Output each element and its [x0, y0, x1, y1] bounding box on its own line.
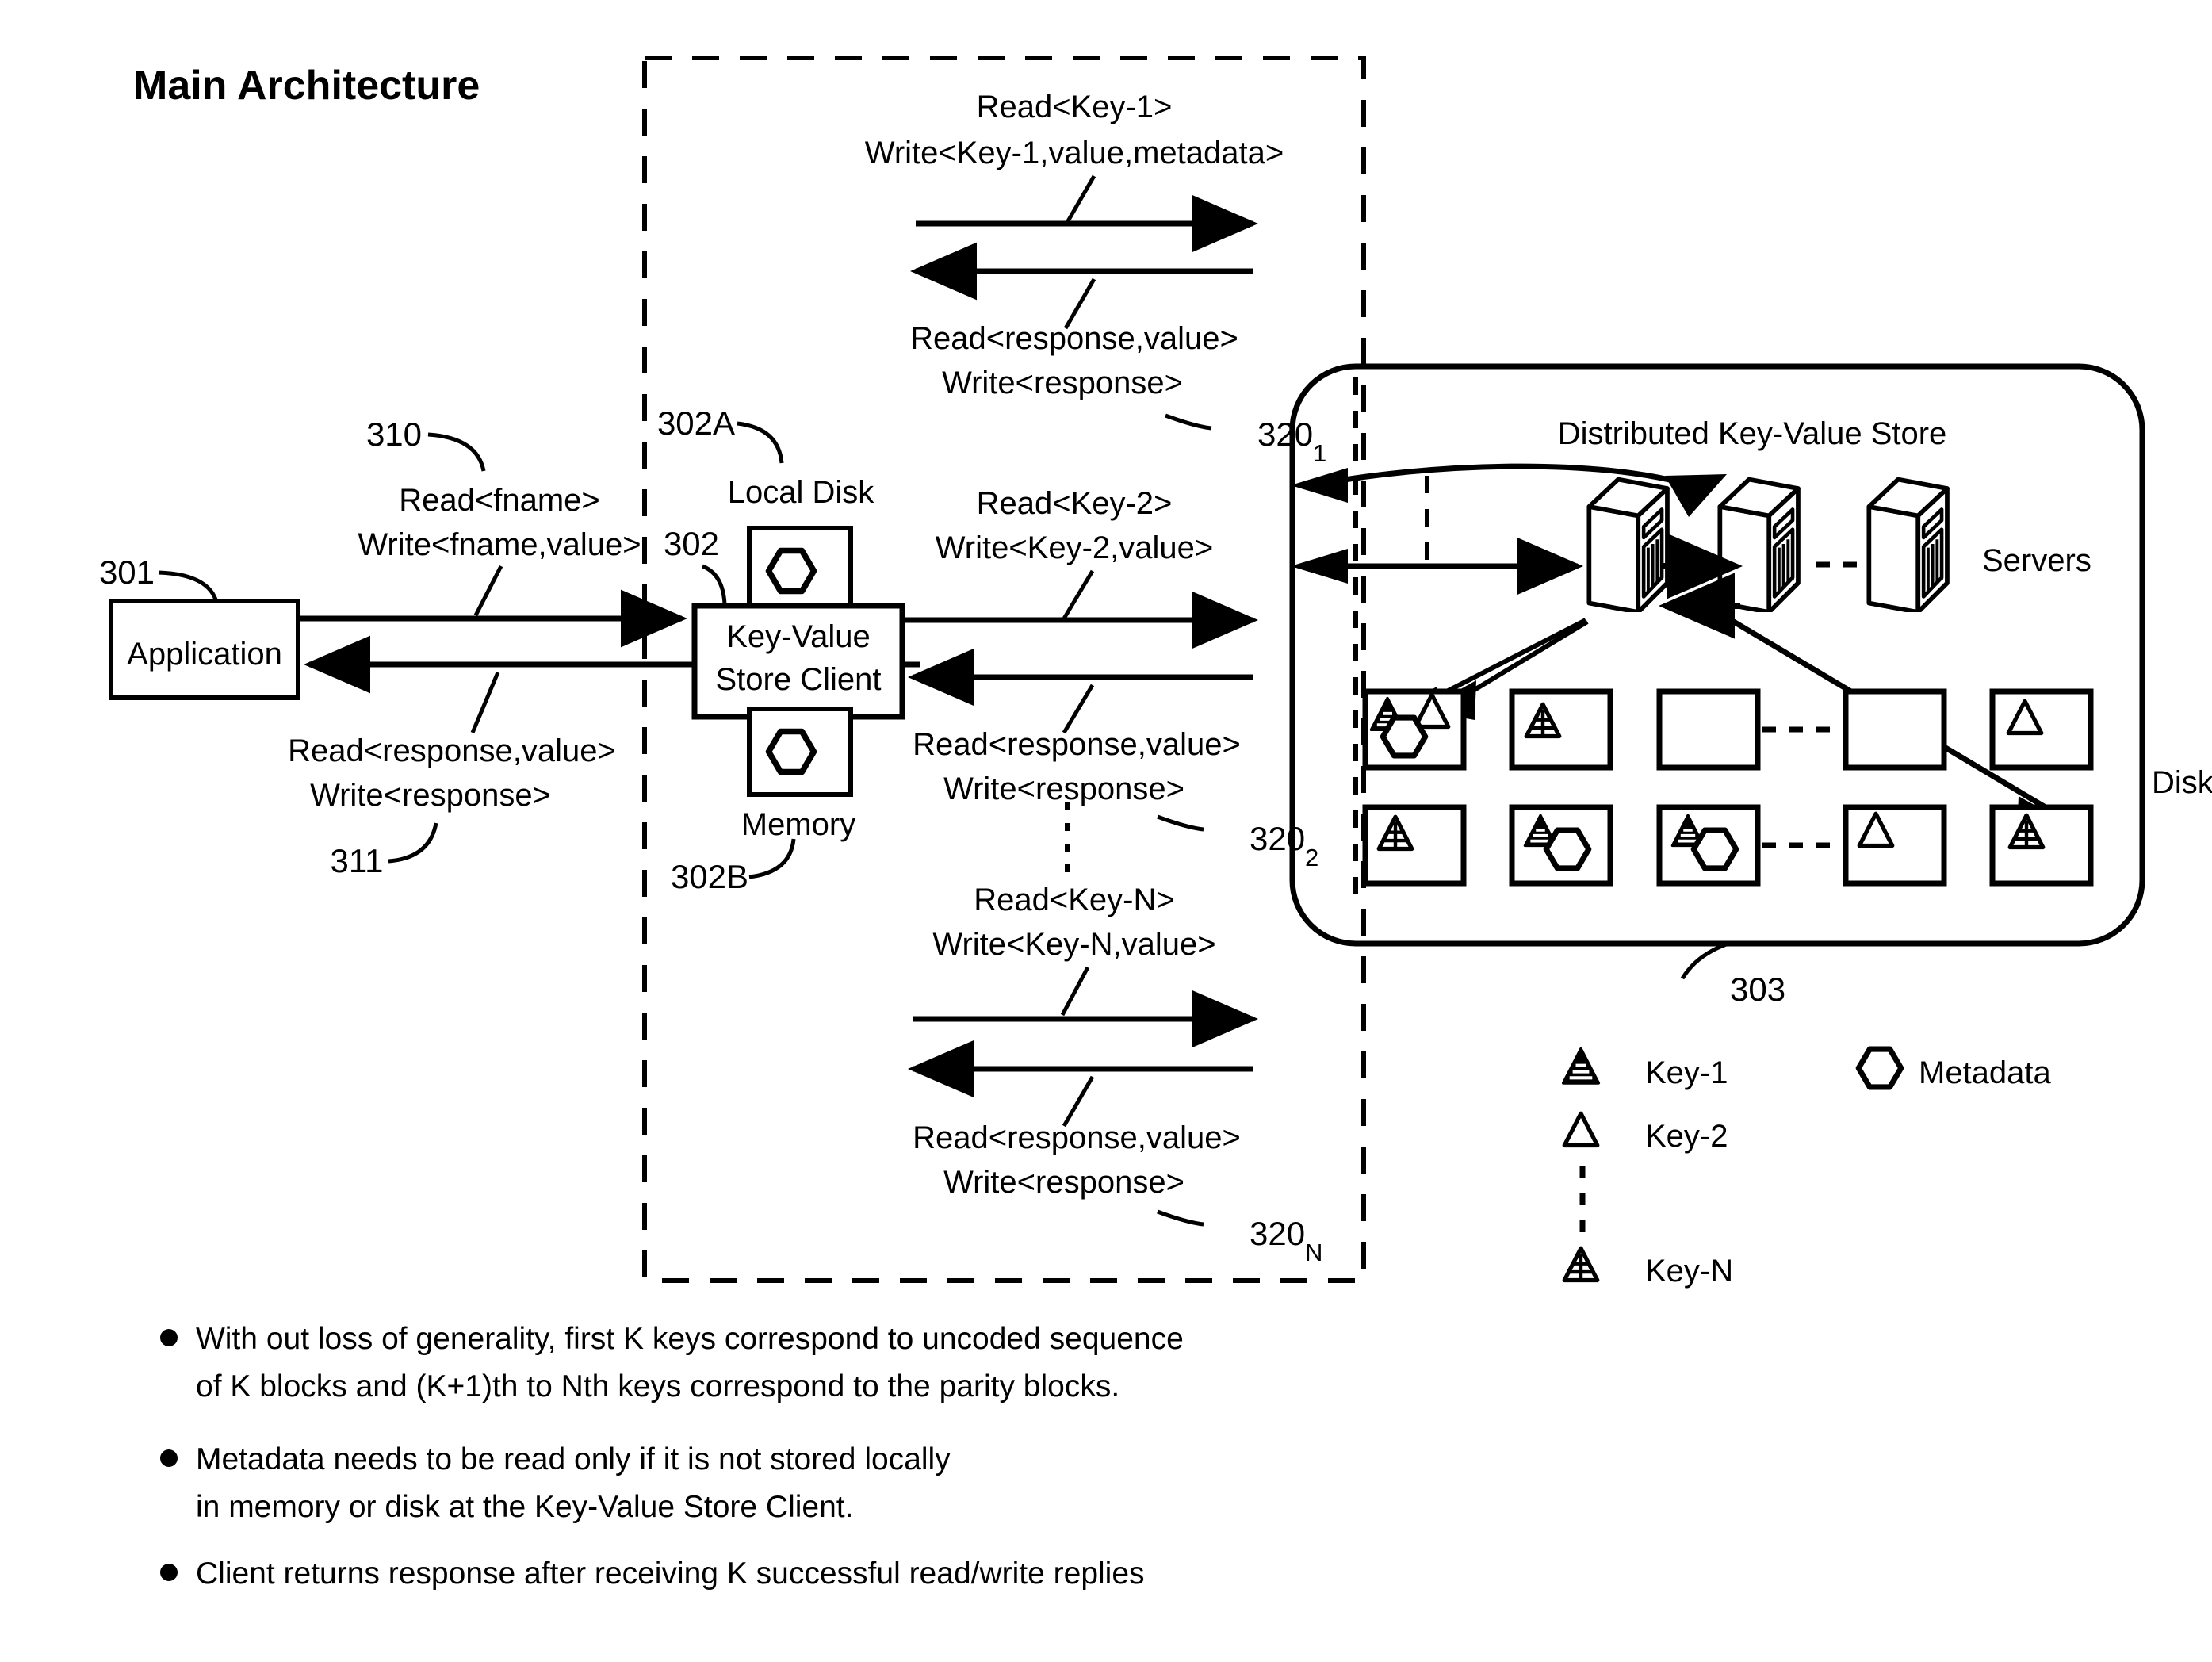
- application-label: Application: [127, 637, 282, 672]
- server-icon[interactable]: [1589, 480, 1667, 612]
- flow-key1-request-line1: Read<Key-1>: [977, 90, 1173, 124]
- ref-302A: 302A: [657, 404, 735, 442]
- note-1-line-2: of K blocks and (K+1)th to Nth keys corr…: [196, 1369, 1119, 1404]
- bullet-marker: [160, 1329, 178, 1346]
- flow-key2-request-line1: Read<Key-2>: [977, 486, 1173, 521]
- triangle-striped-icon: [1563, 1049, 1598, 1083]
- ref-301: 301: [99, 553, 155, 591]
- flow-app-response-line1: Read<response,value>: [288, 733, 616, 768]
- architecture-diagram: Main Architecture Application 301 Read<f…: [99, 56, 2212, 1591]
- leader-key2-request: [1062, 569, 1095, 620]
- ref-303: 303: [1730, 971, 1785, 1008]
- flow-app-request-line2: Write<fname,value>: [358, 527, 641, 562]
- leader-302: [701, 564, 727, 605]
- legend-label-metadata: Metadata: [1919, 1055, 2052, 1090]
- ref-320-N-base: 320: [1250, 1215, 1305, 1252]
- server-icon[interactable]: [1869, 480, 1947, 612]
- leader-310-tick: [473, 565, 503, 617]
- note-2-line-2: in memory or disk at the Key-Value Store…: [196, 1490, 853, 1524]
- hexagon-outline-icon: [1858, 1049, 1901, 1087]
- disk-box[interactable]: [1509, 688, 1613, 771]
- hexagon-outline-icon: [769, 551, 814, 592]
- ref-320-1-base: 320: [1257, 416, 1313, 453]
- leader-302B: [748, 838, 796, 879]
- leader-301: [158, 570, 218, 601]
- distributed-store-label: Distributed Key-Value Store: [1558, 416, 1947, 451]
- legend-label-key2: Key-2: [1645, 1119, 1728, 1154]
- leader-311-tick: [470, 672, 500, 733]
- leader-key2-response: [1062, 684, 1095, 734]
- legend-label-key1: Key-1: [1645, 1055, 1728, 1090]
- leader-320-1: [1165, 413, 1212, 431]
- flow-app-response-line2: Write<response>: [310, 778, 551, 813]
- servers-label: Servers: [1982, 543, 2091, 578]
- flow-key2-request-line2: Write<Key-2,value>: [936, 530, 1214, 565]
- leader-keyn-request: [1060, 966, 1090, 1017]
- ref-320-N-sub: N: [1305, 1239, 1322, 1266]
- hexagon-outline-icon: [1383, 718, 1426, 756]
- leader-311: [388, 822, 438, 864]
- flow-key1-response-line2: Write<response>: [942, 366, 1183, 400]
- leader-302A: [737, 421, 784, 464]
- disk-box[interactable]: [1656, 688, 1761, 771]
- arrowhead-store-to-server2: [1665, 474, 1727, 517]
- leader-key1-request: [1063, 174, 1096, 227]
- disks-label: Disks: [2152, 765, 2212, 800]
- ref-311: 311: [331, 842, 384, 879]
- leader-keyn-response: [1062, 1075, 1095, 1128]
- hexagon-outline-icon: [769, 732, 814, 772]
- flow-key2-response-line1: Read<response,value>: [913, 727, 1241, 762]
- triangle-grid-icon: [1564, 1248, 1598, 1280]
- flow-keyn-request-line1: Read<Key-N>: [974, 883, 1174, 917]
- ref-302: 302: [664, 525, 719, 562]
- ref-320-1-sub: 1: [1313, 439, 1326, 467]
- note-3-line-1: Client returns response after receiving …: [196, 1557, 1145, 1591]
- legend-label-keyn: Key-N: [1645, 1254, 1733, 1289]
- flow-key1-response-line1: Read<response,value>: [910, 321, 1238, 356]
- leader-303: [1680, 941, 1729, 980]
- flow-key1-request-line2: Write<Key-1,value,metadata>: [865, 136, 1284, 170]
- ref-320-2-sub: 2: [1305, 844, 1318, 871]
- ref-302B: 302B: [671, 858, 748, 895]
- leader-320-2: [1157, 814, 1204, 832]
- ref-320-2-base: 320: [1250, 820, 1305, 857]
- kv-client-label-line2: Store Client: [716, 662, 882, 697]
- flow-keyn-response-line2: Write<response>: [943, 1165, 1184, 1200]
- ref-310: 310: [366, 416, 422, 453]
- flow-keyn-response-line1: Read<response,value>: [913, 1120, 1241, 1155]
- local-disk-label: Local Disk: [728, 475, 875, 510]
- flow-keyn-request-line2: Write<Key-N,value>: [932, 927, 1215, 962]
- note-2-line-1: Metadata needs to be read only if it is …: [196, 1442, 951, 1476]
- note-1-line-1: With out loss of generality, first K key…: [196, 1322, 1184, 1356]
- leader-320-N: [1157, 1209, 1204, 1227]
- triangle-outline-icon: [1564, 1113, 1598, 1145]
- arrowhead-out-of-store: [1291, 549, 1348, 584]
- diagram-canvas: Main Architecture Application 301 Read<f…: [0, 0, 2212, 1662]
- flow-key2-response-line2: Write<response>: [943, 772, 1184, 806]
- page-title: Main Architecture: [133, 63, 480, 109]
- bullet-marker: [160, 1564, 178, 1581]
- flow-app-request-line1: Read<fname>: [399, 483, 600, 518]
- hexagon-outline-icon: [1546, 830, 1589, 868]
- bullet-marker: [160, 1449, 178, 1467]
- hexagon-outline-icon: [1693, 830, 1736, 868]
- disk-box[interactable]: [1843, 688, 1947, 771]
- memory-label: Memory: [741, 807, 855, 842]
- server-icon[interactable]: [1720, 480, 1798, 612]
- leader-310: [427, 432, 486, 472]
- arrowhead-store-response: [1291, 468, 1348, 503]
- kv-client-label-line1: Key-Value: [726, 619, 871, 654]
